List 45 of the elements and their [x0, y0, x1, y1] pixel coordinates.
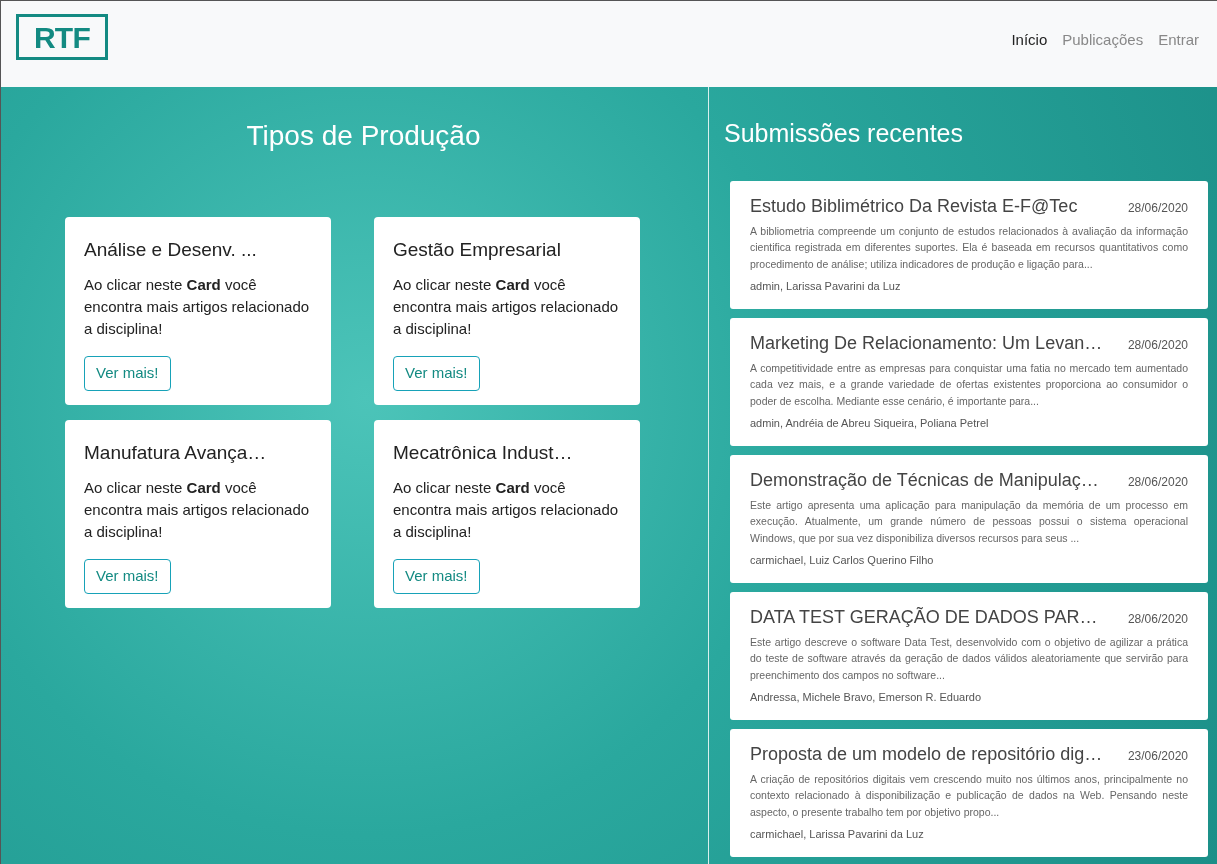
- submission-date: 28/06/2020: [1127, 473, 1188, 491]
- submission-abstract: Este artigo apresenta uma aplicação para manipulação da memória de um processo em execução. Atualmente, um grande número de pessoas possui o sistema operacional Windows, que por sua vez disponibiliza diversos recursos para seus ...: [750, 497, 1188, 546]
- card-text: Ao clicar neste Card você encontra mais artigos relacionado a disciplina!: [393, 477, 620, 542]
- card-title: Manufatura Avança…: [84, 441, 268, 465]
- submission-card[interactable]: [730, 180, 1208, 309]
- submission-authors: admin, Andréia de Abreu Siqueira, Poliana Petrel: [750, 416, 990, 431]
- submission-title[interactable]: Estudo Biblimétrico Da Revista E-F@Tec: [750, 192, 1078, 220]
- card-title: Mecatrônica Indust…: [393, 441, 574, 465]
- submission-title[interactable]: Marketing De Relacionamento: Um Levan…: [750, 329, 1103, 357]
- see-more-button[interactable]: Ver mais!: [393, 558, 480, 594]
- category-card[interactable]: Mecatrônica Indust… Ao clicar neste Card você encontra mais artigos relacionado a disciplina! Ver mais!: [374, 420, 640, 608]
- submission-abstract: A bibliometria compreende um conjunto de estudos relacionados à avaliação da informação cientifica registrada em diferentes suportes. Ela é baseada em recursos quantitativos como procedimento de análise; utiliza indicadores de produção e ligação para...: [750, 223, 1188, 272]
- submission-date: 23/06/2020: [1127, 747, 1188, 765]
- submission-card[interactable]: [730, 728, 1208, 857]
- submission-title[interactable]: Demonstração de Técnicas de Manipulaç…: [750, 466, 1099, 494]
- submission-abstract: A criação de repositórios digitais vem crescendo muito nos últimos anos, principalmente no contexto relacionado à disponibilização e publicação de dados na Web. Pensando neste aspecto, o presente trabalho tem por objetivo propo...: [750, 771, 1188, 820]
- submission-authors: Andressa, Michele Bravo, Emerson R. Eduardo: [750, 690, 983, 705]
- category-card[interactable]: Análise e Desenv. ... Ao clicar neste Card você encontra mais artigos relacionado a disciplina! Ver mais!: [65, 217, 331, 405]
- card-title: Análise e Desenv. ...: [84, 238, 258, 262]
- section-title: Submissões recentes: [724, 118, 964, 149]
- submission-authors: admin, Larissa Pavarini da Luz: [750, 279, 902, 294]
- submission-authors: carmichael, Luiz Carlos Querino Filho: [750, 553, 935, 568]
- card-text: Ao clicar neste Card você encontra mais artigos relacionado a disciplina!: [393, 274, 620, 339]
- submission-authors: carmichael, Larissa Pavarini da Luz: [750, 827, 925, 842]
- submission-card[interactable]: [730, 317, 1208, 446]
- submission-date: 28/06/2020: [1127, 610, 1188, 628]
- see-more-button[interactable]: Ver mais!: [84, 558, 171, 594]
- submission-date: 28/06/2020: [1127, 199, 1188, 217]
- submission-abstract: A competitividade entre as empresas para conquistar uma fatia no mercado tem aumentado cada vez mais, e a grande variedade de ofertas existentes proporciona ao consumidor o poder de escolha. Mediante esse cenário, é importante para...: [750, 360, 1188, 409]
- logo[interactable]: RTF: [16, 14, 108, 60]
- card-text: Ao clicar neste Card você encontra mais artigos relacionado a disciplina!: [84, 274, 311, 339]
- submission-abstract: Este artigo descreve o software Data Test, desenvolvido com o objetivo de agilizar a prática do teste de software através da geração de dados válidos aleatoriamente que servirão para preenchimento dos campos no software...: [750, 634, 1188, 683]
- see-more-button[interactable]: Ver mais!: [84, 355, 171, 391]
- nav-link[interactable]: Início: [1011, 28, 1048, 52]
- card-text: Ao clicar neste Card você encontra mais artigos relacionado a disciplina!: [84, 477, 311, 542]
- submission-title[interactable]: Proposta de um modelo de repositório dig…: [750, 740, 1103, 768]
- submission-title[interactable]: DATA TEST GERAÇÃO DE DADOS PAR…: [750, 603, 1098, 631]
- card-title: Gestão Empresarial: [393, 238, 562, 262]
- category-card[interactable]: Manufatura Avança… Ao clicar neste Card você encontra mais artigos relacionado a disciplina! Ver mais!: [65, 420, 331, 608]
- category-card[interactable]: Gestão Empresarial Ao clicar neste Card você encontra mais artigos relacionado a disciplina! Ver mais!: [374, 217, 640, 405]
- submission-date: 28/06/2020: [1127, 336, 1188, 354]
- submission-card[interactable]: [730, 454, 1208, 583]
- section-title: Tipos de Produção: [246, 119, 481, 153]
- see-more-button[interactable]: Ver mais!: [393, 355, 480, 391]
- submission-card[interactable]: [730, 591, 1208, 720]
